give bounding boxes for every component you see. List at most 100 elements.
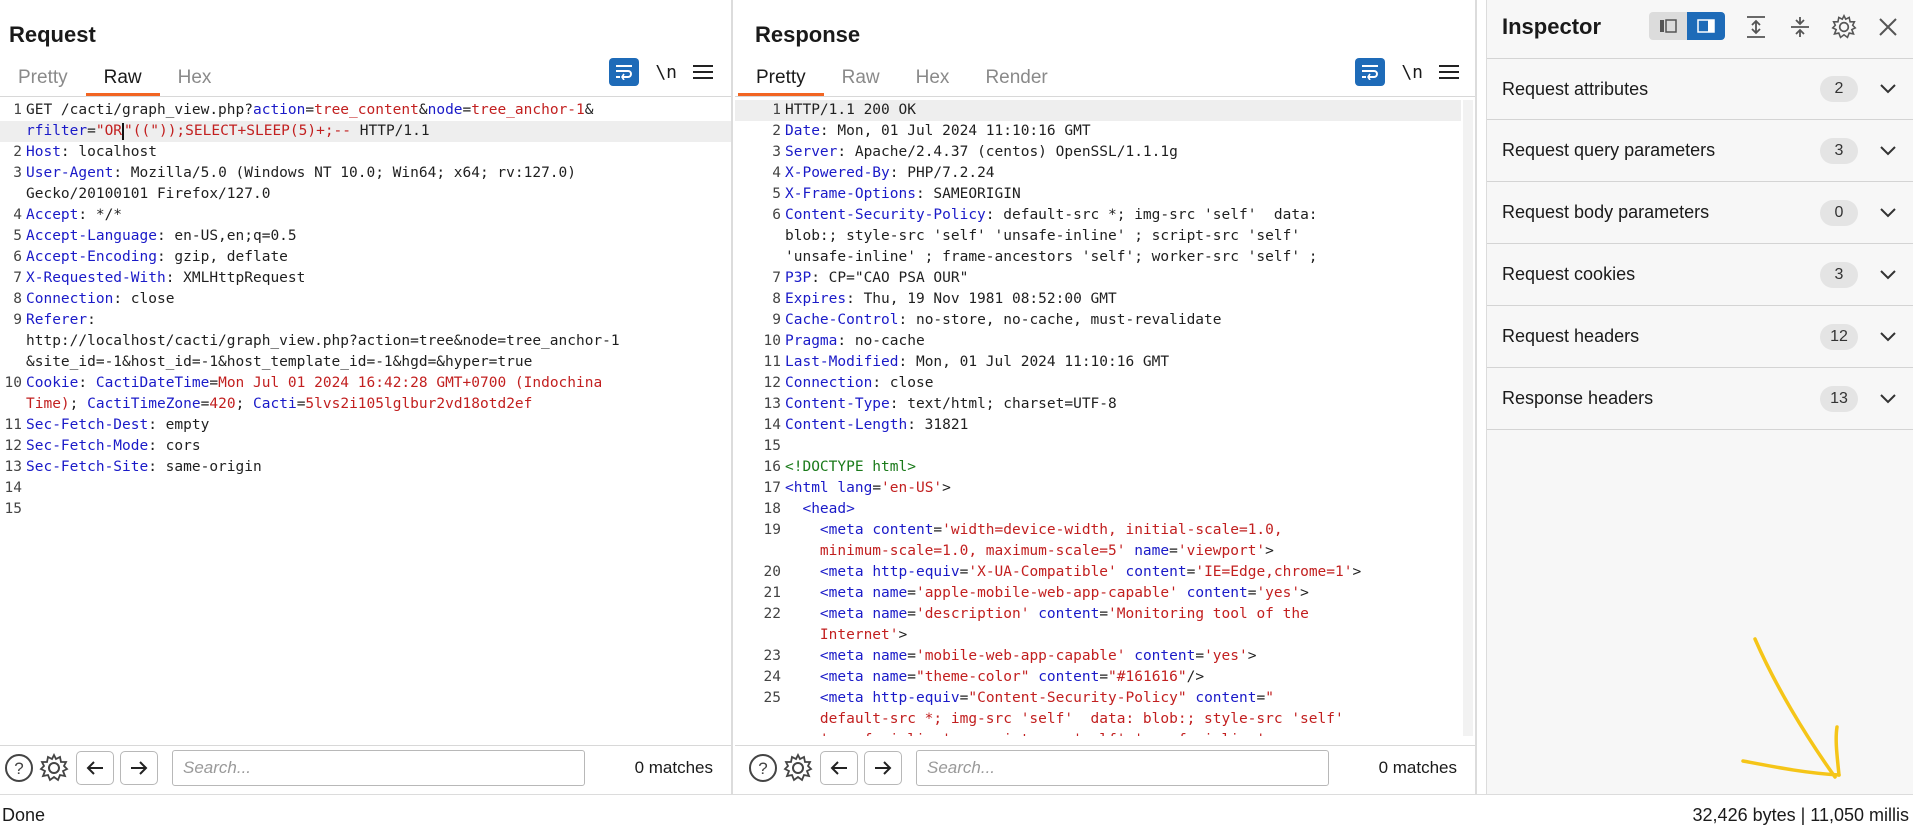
code-line: 25 <meta http-equiv="Content-Security-Po… — [763, 690, 1274, 706]
chevron-down-icon[interactable] — [1878, 389, 1898, 409]
response-pane: Response Pretty Raw Hex Render \n 1 HTTP/… — [735, 0, 1477, 794]
show-newlines-button[interactable]: \n — [1401, 62, 1423, 83]
arrow-right-icon — [131, 760, 148, 775]
code-line: http://localhost/cacti/graph_view.php?ac… — [26, 333, 620, 349]
gear-icon[interactable] — [38, 752, 70, 784]
code-line: 7 X-Requested-With: XMLHttpRequest — [13, 270, 306, 286]
request-title: Request — [9, 22, 96, 47]
section-label: Request cookies — [1502, 264, 1636, 284]
response-editor[interactable]: 1 HTTP/1.1 200 OK 2 Date: Mon, 01 Jul 2024… — [735, 100, 1461, 736]
code-line: 22 <meta name='description' content='Mon… — [763, 606, 1309, 622]
code-line: 14 — [4, 480, 22, 496]
previous-match-button[interactable] — [76, 750, 114, 785]
code-line: 18 <head> — [763, 501, 855, 517]
code-line: 8 Expires: Thu, 19 Nov 1981 08:52:00 GMT — [772, 291, 1117, 307]
response-search-input[interactable] — [916, 749, 1329, 786]
code-line: 2 Host: localhost — [13, 144, 157, 160]
word-wrap-button[interactable] — [609, 58, 640, 86]
request-search-input[interactable] — [172, 749, 585, 786]
code-line: 2 Date: Mon, 01 Jul 2024 11:10:16 GMT — [772, 123, 1091, 139]
inspector-side-view-button[interactable] — [1687, 12, 1725, 40]
response-scrollbar[interactable] — [1463, 100, 1473, 736]
code-line: 3 User-Agent: Mozilla/5.0 (Windows NT 10.… — [13, 165, 576, 181]
hamburger-menu-icon[interactable] — [1439, 65, 1459, 79]
code-line: 23 <meta name='mobile-web-app-capable' c… — [763, 648, 1257, 664]
tab-request-pretty[interactable]: Pretty — [0, 62, 86, 96]
request-search-bar: ? 0 matches — [0, 745, 731, 787]
section-count-badge: 3 — [1820, 261, 1858, 288]
tab-request-hex[interactable]: Hex — [160, 62, 230, 96]
code-line: 10 Cookie: CactiDateTime=Mon Jul 01 2024 … — [4, 375, 603, 391]
chevron-down-icon[interactable] — [1878, 265, 1898, 285]
section-request-headers[interactable]: Request headers 12 — [1487, 306, 1913, 368]
gear-icon[interactable] — [782, 752, 814, 784]
code-line: 14 Content-Length: 31821 — [763, 417, 969, 433]
tab-response-hex[interactable]: Hex — [898, 62, 968, 96]
tab-response-raw[interactable]: Raw — [824, 62, 898, 96]
code-line: 'unsafe-inline' ; script-src 'self' 'uns… — [735, 730, 1461, 736]
response-tabs: Pretty Raw Hex Render — [738, 62, 1066, 96]
tab-request-raw[interactable]: Raw — [85, 62, 160, 96]
code-line: 1 HTTP/1.1 200 OK — [735, 100, 1461, 121]
request-match-count: 0 matches — [634, 757, 713, 777]
request-pane: Request Pretty Raw Hex \n 1 GET /cacti/gr… — [0, 0, 733, 794]
tab-response-render[interactable]: Render — [967, 62, 1065, 96]
previous-match-button[interactable] — [820, 750, 858, 785]
request-tabs: Pretty Raw Hex — [0, 62, 229, 96]
chevron-down-icon[interactable] — [1878, 79, 1898, 99]
gear-icon[interactable] — [1829, 12, 1859, 42]
svg-text:?: ? — [758, 759, 767, 778]
wrap-icon — [616, 65, 633, 80]
word-wrap-button[interactable] — [1355, 58, 1386, 86]
section-request-cookies[interactable]: Request cookies 3 — [1487, 244, 1913, 306]
next-match-button[interactable] — [120, 750, 158, 785]
close-icon[interactable] — [1873, 12, 1903, 42]
code-line: 5 Accept-Language: en-US,en;q=0.5 — [13, 228, 297, 244]
help-icon[interactable]: ? — [747, 752, 779, 784]
code-line: 13 Sec-Fetch-Site: same-origin — [4, 459, 262, 475]
inspector-pane: Inspector Request attributes 2 Request q… — [1486, 0, 1913, 794]
section-response-headers[interactable]: Response headers 13 — [1487, 368, 1913, 430]
chevron-down-icon[interactable] — [1878, 203, 1898, 223]
code-line: 19 <meta content='width=device-width, in… — [763, 522, 1283, 538]
code-line: 8 Connection: close — [13, 291, 175, 307]
section-request-body-parameters[interactable]: Request body parameters 0 — [1487, 182, 1913, 244]
code-line: 12 Connection: close — [763, 375, 934, 391]
next-match-button[interactable] — [864, 750, 902, 785]
response-toolbar: \n — [1355, 58, 1459, 86]
help-icon[interactable]: ? — [3, 752, 35, 784]
inspector-toolbar — [1741, 12, 1903, 42]
request-editor[interactable]: 1 GET /cacti/graph_view.php?action=tree_c… — [0, 100, 731, 736]
section-count-badge: 0 — [1820, 199, 1858, 226]
code-line: 11 Sec-Fetch-Dest: empty — [4, 417, 210, 433]
code-line: 11 Last-Modified: Mon, 01 Jul 2024 11:10:… — [763, 354, 1170, 370]
inspector-list-view-button[interactable] — [1649, 12, 1687, 40]
code-line: 21 <meta name='apple-mobile-web-app-capa… — [763, 585, 1309, 601]
code-line: 6 Content-Security-Policy: default-src *;… — [772, 207, 1318, 223]
code-line: 9 Referer: — [13, 312, 96, 328]
response-size-timing: 32,426 bytes | 11,050 millis — [1692, 805, 1909, 825]
code-line: 7 P3P: CP="CAO PSA OUR" — [772, 270, 969, 286]
section-count-badge: 2 — [1820, 76, 1858, 102]
annotation-arrow-icon — [1741, 637, 1841, 779]
show-newlines-button[interactable]: \n — [655, 62, 677, 83]
section-count-badge: 12 — [1820, 323, 1858, 350]
wrap-icon — [1362, 65, 1379, 80]
status-text: Done — [2, 805, 46, 825]
expand-all-icon[interactable] — [1741, 12, 1771, 42]
tab-response-pretty[interactable]: Pretty — [738, 62, 824, 96]
code-line: Internet'> — [819, 627, 908, 643]
section-request-query-parameters[interactable]: Request query parameters 3 — [1487, 120, 1913, 182]
hamburger-menu-icon[interactable] — [693, 65, 713, 79]
chevron-down-icon[interactable] — [1878, 327, 1898, 347]
chevron-down-icon[interactable] — [1878, 141, 1898, 161]
section-request-attributes[interactable]: Request attributes 2 — [1487, 58, 1913, 120]
collapse-all-icon[interactable] — [1785, 12, 1815, 42]
code-line: 12 Sec-Fetch-Mode: cors — [4, 438, 201, 454]
code-line: 1 GET /cacti/graph_view.php?action=tree_c… — [13, 102, 594, 118]
side-panel-icon — [1697, 19, 1715, 33]
code-line: 16 <!DOCTYPE html> — [763, 459, 916, 475]
section-label: Response headers — [1502, 388, 1654, 408]
code-line: 'unsafe-inline' ; frame-ancestors 'self'… — [785, 249, 1318, 265]
inspector-title: Inspector — [1502, 14, 1602, 39]
